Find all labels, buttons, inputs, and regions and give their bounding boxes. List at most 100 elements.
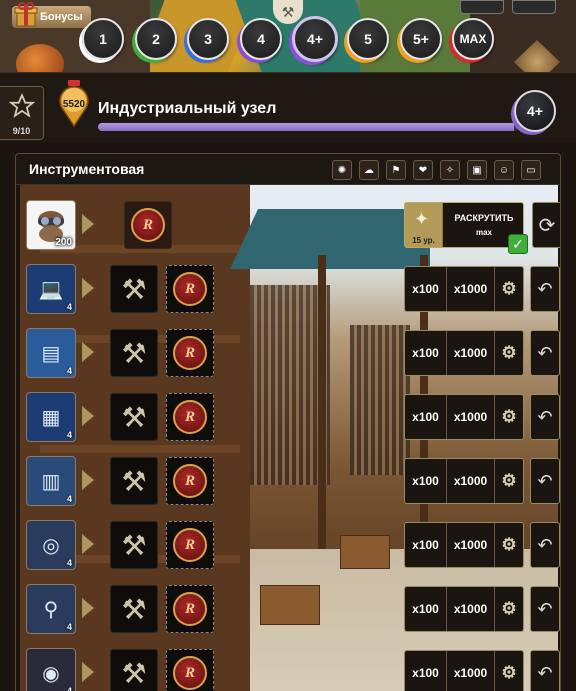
heart-filter-icon: ❤ — [418, 164, 428, 176]
arrow-icon — [82, 278, 94, 298]
settings-button[interactable]: ⚙ — [495, 267, 523, 311]
refresh-button[interactable]: ⟳ — [532, 202, 560, 248]
settings-button[interactable]: ⚙ — [495, 587, 523, 631]
coin-slot[interactable]: R — [166, 649, 214, 691]
item-count: 4 — [66, 686, 72, 691]
arrow-icon — [82, 534, 94, 554]
item-slot[interactable]: ◉ 4 — [26, 648, 76, 691]
item-slot[interactable]: ▦ 4 — [26, 392, 76, 442]
undo-button[interactable]: ↶ — [530, 650, 560, 691]
level-4plus-button[interactable]: 4+ — [292, 16, 338, 62]
unlock-button[interactable]: ✦ 15 ур. РАСКРУТИТЬ max — [404, 202, 524, 248]
unlock-label: РАСКРУТИТЬ — [454, 213, 514, 223]
level-5-button[interactable]: 5 — [347, 18, 389, 60]
coin-icon: R — [173, 464, 207, 498]
gear-icon: ⚙ — [501, 407, 517, 426]
coin-slot[interactable]: R — [166, 585, 214, 633]
craft-controls: x100 x1000 ⚙ — [404, 266, 524, 312]
battery-filter-button[interactable]: ▭ — [521, 160, 541, 180]
card-filter-icon: ▣ — [472, 164, 482, 176]
tool-slot[interactable]: ⚒ — [110, 393, 158, 441]
craft-x100-button[interactable]: x100 — [405, 395, 447, 439]
tablet-icon: ▤ — [41, 342, 61, 365]
crossed-hammers-icon: ⚒ — [121, 529, 147, 561]
level-2-button[interactable]: 2 — [135, 18, 177, 60]
settings-button[interactable]: ⚙ — [495, 459, 523, 503]
tool-slot[interactable]: ⚒ — [110, 457, 158, 505]
tool-slot[interactable]: ⚒ — [110, 329, 158, 377]
terminal-icon: ▦ — [41, 406, 61, 429]
settings-button[interactable]: ⚙ — [495, 523, 523, 567]
gear-filter-button[interactable]: ✺ — [332, 160, 352, 180]
undo-button[interactable]: ↶ — [530, 394, 560, 440]
level-4-button[interactable]: 4 — [240, 18, 282, 60]
craft-x100-button[interactable]: x100 — [405, 459, 447, 503]
item-slot[interactable]: ▥ 4 — [26, 456, 76, 506]
coin-icon: R — [173, 528, 207, 562]
coin-slot[interactable]: R — [166, 329, 214, 377]
craft-x1000-button[interactable]: x1000 — [447, 267, 495, 311]
node-title: Индустриальный узел — [98, 100, 277, 117]
craft-x100-button[interactable]: x100 — [405, 651, 447, 691]
bonus-button[interactable]: Бонусы — [12, 2, 91, 28]
coin-slot[interactable]: R — [166, 265, 214, 313]
coin-slot[interactable]: R — [166, 521, 214, 569]
tool-slot[interactable]: ⚒ — [110, 521, 158, 569]
crossed-hammers-icon: ⚒ — [121, 273, 147, 305]
undo-button[interactable]: ↶ — [530, 330, 560, 376]
coin-icon: R — [173, 592, 207, 626]
bulb-filter-button[interactable]: ✧ — [440, 160, 460, 180]
settings-button[interactable]: ⚙ — [495, 395, 523, 439]
craft-controls: x100 x1000 ⚙ — [404, 522, 524, 568]
undo-button[interactable]: ↶ — [530, 266, 560, 312]
craft-x100-button[interactable]: x100 — [405, 523, 447, 567]
boot-filter-button[interactable]: ⚑ — [386, 160, 406, 180]
heart-filter-button[interactable]: ❤ — [413, 160, 433, 180]
craft-x1000-button[interactable]: x1000 — [447, 587, 495, 631]
undo-button[interactable]: ↶ — [530, 522, 560, 568]
undo-button[interactable]: ↶ — [530, 458, 560, 504]
level-1-button[interactable]: 1 — [82, 18, 124, 60]
level-5plus-button[interactable]: 5+ — [400, 18, 442, 60]
craft-x100-button[interactable]: x100 — [405, 331, 447, 375]
item-slot[interactable]: 200 — [26, 200, 76, 250]
undo-icon: ↶ — [537, 406, 553, 427]
star-rating[interactable]: 9/10 — [0, 86, 44, 140]
item-slot[interactable]: ⚲ 4 — [26, 584, 76, 634]
mask-filter-button[interactable]: ☺ — [494, 160, 514, 180]
item-slot[interactable]: 💻 4 — [26, 264, 76, 314]
level-max-button[interactable]: MAX — [452, 18, 494, 60]
top-right-slot[interactable] — [460, 0, 504, 14]
undo-button[interactable]: ↶ — [530, 586, 560, 632]
craft-x1000-button[interactable]: x1000 — [447, 459, 495, 503]
top-right-slot[interactable] — [512, 0, 556, 14]
craft-x100-button[interactable]: x100 — [405, 267, 447, 311]
gear-icon: ⚙ — [501, 279, 517, 298]
level-3-button[interactable]: 3 — [187, 18, 229, 60]
coin-slot[interactable]: R — [166, 457, 214, 505]
craft-x1000-button[interactable]: x1000 — [447, 523, 495, 567]
coin-slot[interactable]: R — [124, 201, 172, 249]
craft-x1000-button[interactable]: x1000 — [447, 395, 495, 439]
tool-slot[interactable]: ⚒ — [110, 265, 158, 313]
battery-filter-icon: ▭ — [526, 164, 536, 176]
craft-x1000-button[interactable]: x1000 — [447, 651, 495, 691]
grade-badge[interactable]: 4+ — [514, 90, 556, 132]
tool-slot[interactable]: ⚒ — [110, 649, 158, 691]
settings-button[interactable]: ⚙ — [495, 651, 523, 691]
item-slot[interactable]: ▤ 4 — [26, 328, 76, 378]
star-icon — [8, 92, 35, 118]
item-slot[interactable]: ◎ 4 — [26, 520, 76, 570]
puzzle-icon: ✦ — [414, 209, 430, 229]
item-count: 200 — [55, 237, 72, 248]
craft-x1000-button[interactable]: x1000 — [447, 331, 495, 375]
item-count: 4 — [66, 494, 72, 504]
tool-slot[interactable]: ⚒ — [110, 585, 158, 633]
card-filter-button[interactable]: ▣ — [467, 160, 487, 180]
coin-slot[interactable]: R — [166, 393, 214, 441]
cooler-icon: ▥ — [41, 470, 61, 493]
craft-x100-button[interactable]: x100 — [405, 587, 447, 631]
level-label: 4 — [257, 31, 265, 47]
settings-button[interactable]: ⚙ — [495, 331, 523, 375]
hat-filter-button[interactable]: ☁ — [359, 160, 379, 180]
